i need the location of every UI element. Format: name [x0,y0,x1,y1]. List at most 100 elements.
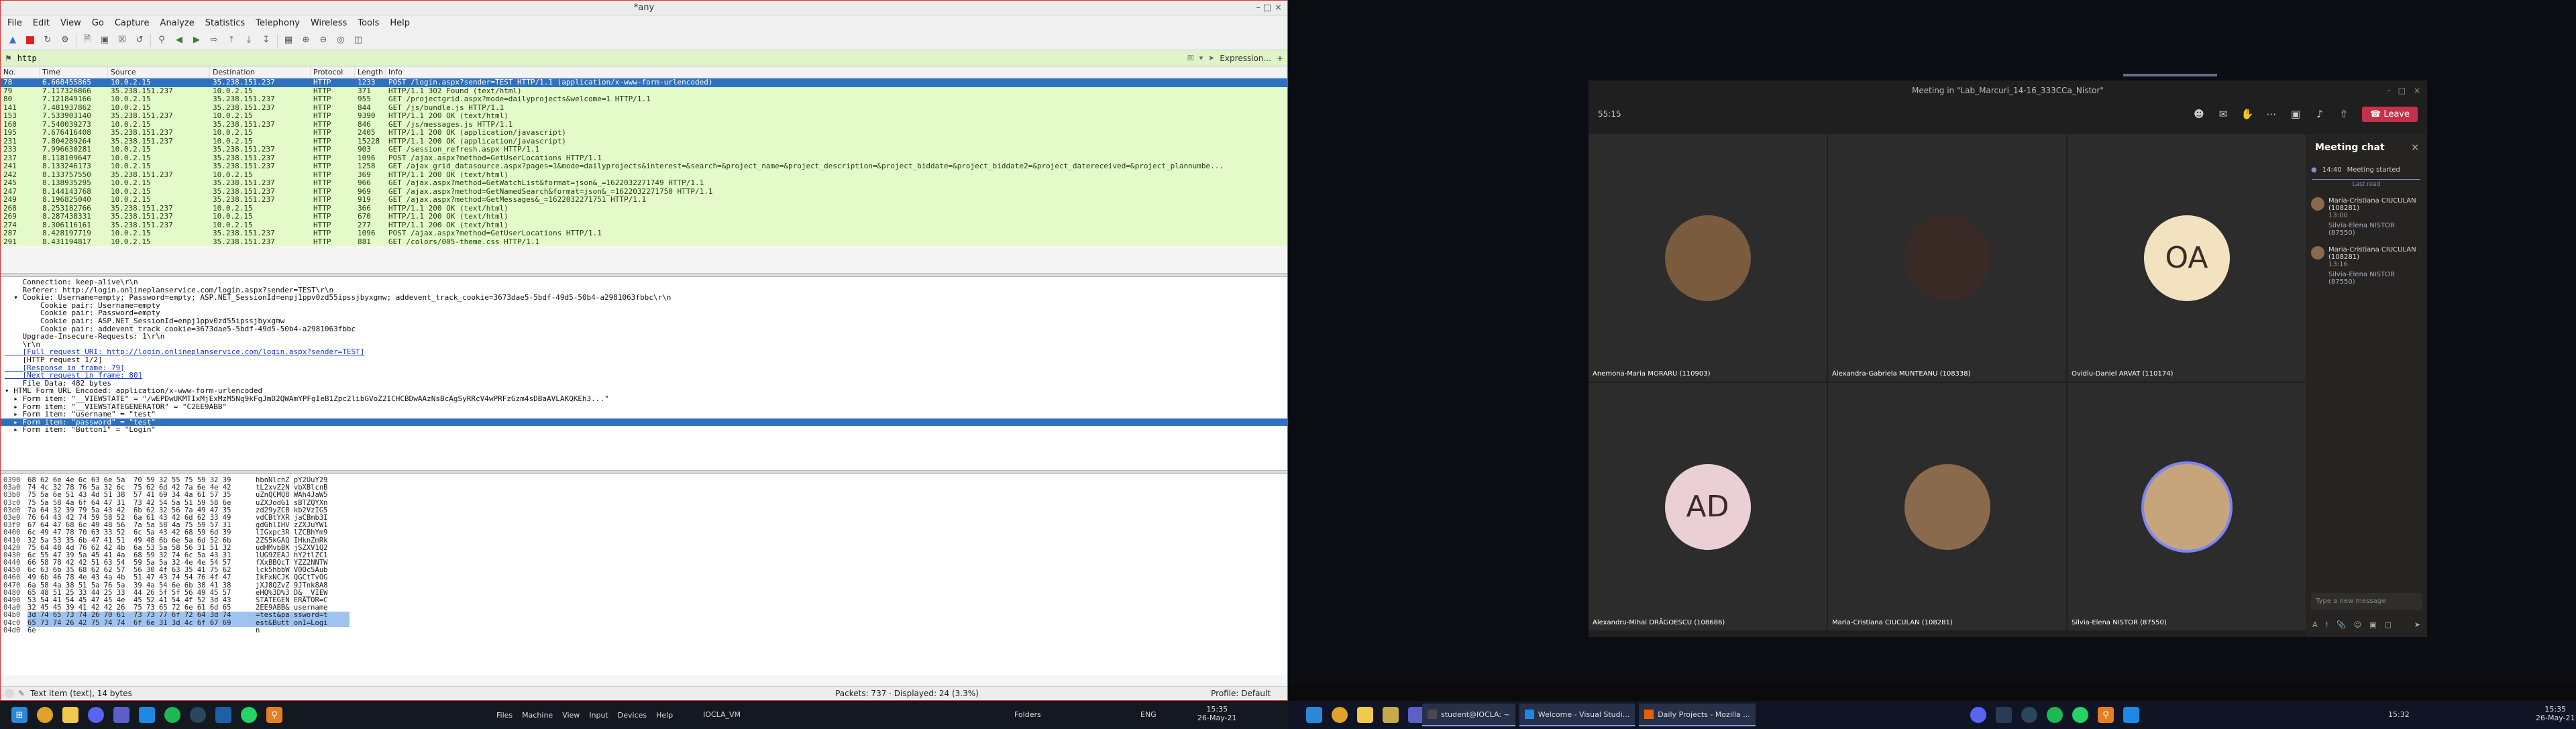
maximize-icon[interactable]: □ [2398,80,2406,101]
more-actions-icon[interactable]: ⋯ [2263,105,2280,123]
menu-item-help[interactable]: Help [390,18,410,28]
packet-row[interactable]: 79 7.117326866 35.238.151.237 10.0.2.15 HTTP… [1,87,1287,95]
leave-button[interactable]: ☎ Leave [2362,106,2418,122]
participant-tile[interactable]: OA Ovidiu-Daniel ARVAT (110174) [2068,134,2306,382]
packet-row[interactable]: 249 8.196825040 10.0.2.15 35.238.151.237 HTT… [1,196,1287,205]
participant-tile[interactable]: Alexandra-Gabriela MUNTEANU (108338) [1828,134,2066,382]
packet-row[interactable]: 80 7.121849166 10.0.2.15 35.238.151.237 HTTP… [1,95,1287,104]
packet-row[interactable]: 245 8.138935295 10.0.2.15 35.238.151.237 HTT… [1,179,1287,188]
vscode-icon[interactable] [2123,707,2139,723]
participant-tile[interactable]: Maria-Cristiana CIUCULAN (108281) [1828,383,2066,630]
file-explorer-icon[interactable] [1357,707,1373,723]
detail-line[interactable]: [Next request in frame: 80] [1,372,1287,380]
chrome-icon[interactable] [37,707,53,723]
hex-row[interactable]: 0400 6c 49 47 78 70 63 33 52 6c 5a 43 42 … [1,529,1287,537]
participant-tile[interactable]: Anemona-Maria MORARU (110903) [1589,134,1827,382]
display-filter-input[interactable]: http [17,52,1182,64]
language-indicator[interactable]: ENG [1140,710,1157,719]
stop-capture-icon[interactable] [23,34,37,47]
detail-line[interactable]: Cookie pair: addevent_track_cookie=3673d… [1,325,1287,333]
detail-line[interactable]: [Full request URI: http://login.onlinepl… [1,348,1287,356]
vm-menu-item-devices[interactable]: Devices [618,711,647,720]
avatar[interactable] [2311,246,2324,260]
packet-row[interactable]: 233 7.996630281 10.0.2.15 35.238.151.237 HTT… [1,146,1287,154]
column-header[interactable]: Protocol [311,66,355,78]
packet-row[interactable]: 287 8.428197719 10.0.2.15 35.238.151.237 HTT… [1,229,1287,238]
packet-row[interactable]: 141 7.481937862 10.0.2.15 35.238.151.237 HTT… [1,103,1287,112]
steam-icon[interactable] [2021,707,2037,723]
menu-item-statistics[interactable]: Statistics [205,18,245,28]
left-clock[interactable]: 15:35 26-May-21 [1197,705,1236,722]
close-icon[interactable]: × [2414,80,2420,101]
minimize-icon[interactable]: – [1256,3,1261,13]
status-profile[interactable]: Profile: Default [1211,689,1271,698]
gif-icon[interactable]: ▣ [2369,620,2376,629]
close-icon[interactable]: × [1275,3,1282,13]
column-header[interactable]: Source [108,66,210,78]
vm-menu-item-help[interactable]: Help [656,711,673,720]
hex-row[interactable]: 03b0 75 5a 6e 51 43 4d 51 38 57 41 69 34 … [1,492,1287,499]
camera-icon[interactable]: ▣ [2287,105,2304,123]
detail-line[interactable]: ▾ Cookie: Username=empty; Password=empty… [1,294,1287,302]
packet-details-pane[interactable]: Connection: keep-alive\r\n Referer: http… [1,277,1287,470]
restart-capture-icon[interactable]: ↻ [41,34,54,47]
search-icon[interactable]: ⚲ [2098,707,2114,723]
packet-row[interactable]: 247 8.144143768 10.0.2.15 35.238.151.237 HTT… [1,187,1287,196]
reload-icon[interactable]: ↺ [133,34,146,47]
zoom-in-icon[interactable]: ⊕ [299,34,313,47]
teams-icon[interactable] [113,707,129,723]
steam-icon[interactable] [190,707,206,723]
close-file-icon[interactable]: ☒ [115,34,129,47]
open-file-icon[interactable]: 🗎 [80,34,94,47]
detail-line[interactable]: [HTTP request 1/2] [1,356,1287,364]
resize-columns-icon[interactable]: ◫ [352,34,365,47]
column-header[interactable]: No. [1,66,40,78]
chat-input[interactable]: Type a new message [2311,593,2422,610]
normal-size-icon[interactable]: ◎ [334,34,347,47]
detail-line[interactable]: ▸ Form item: "username" = "test" [1,410,1287,418]
maximize-icon[interactable]: □ [1263,3,1271,13]
start-windows-icon[interactable] [1306,707,1322,723]
explorer-icon[interactable] [1383,707,1399,723]
detail-line[interactable]: Cookie pair: Username=empty [1,302,1287,310]
taskbar-window-button[interactable]: Welcome - Visual Studi... [1519,704,1635,726]
discord-icon[interactable] [88,707,104,723]
menu-item-go[interactable]: Go [92,18,104,28]
zoom-out-icon[interactable]: ⊖ [317,34,330,47]
detail-line[interactable]: ▸ Form item: "__VIEWSTATE" = "/wEPDwUKMT… [1,395,1287,403]
terminal-icon[interactable] [1996,707,2012,723]
last-packet-icon[interactable]: ⤓ [242,34,256,47]
participant-tile[interactable]: Silvia-Elena NISTOR (87550) [2068,383,2306,630]
save-file-icon[interactable]: ▣ [98,34,111,47]
vm-menu-item-view[interactable]: View [562,711,580,720]
format-icon[interactable]: A [2312,620,2318,629]
autoscroll-icon[interactable]: ↧ [260,34,273,47]
filter-dropdown-icon[interactable]: ▾ [1199,54,1203,62]
packet-row[interactable]: 153 7.533903140 35.238.151.237 10.0.2.15 HTT… [1,112,1287,121]
send-icon[interactable]: ➤ [2414,620,2420,629]
start-windows-icon[interactable]: ⊞ [11,707,28,723]
detail-line[interactable]: ▸ Form item: "__VIEWSTATEGENERATOR" = "C… [1,402,1287,411]
participant-tile[interactable]: AD Alexandru-Mihai DRĂGOESCU (108686) [1589,383,1827,630]
clear-filter-icon[interactable]: ☒ [1187,54,1194,62]
vm-menu-item-files[interactable]: Files [496,711,513,720]
go-back-icon[interactable]: ◀ [172,34,186,47]
menu-item-view[interactable]: View [60,18,81,28]
detail-line[interactable]: ▸ Form item: "Button1" = "Login" [1,426,1287,434]
chrome-icon[interactable] [1332,707,1348,723]
hex-row[interactable]: 04d0 6e n [1,626,1287,634]
folders-toolbar-label[interactable]: Folders [1014,710,1041,719]
capture-options-icon[interactable]: ⚙ [58,34,72,47]
vscode-icon[interactable] [139,707,155,723]
shark-fin-start-icon[interactable]: ▲ [6,34,19,47]
packet-row[interactable]: 160 7.540039273 10.0.2.15 35.238.151.237 HTT… [1,120,1287,129]
important-icon[interactable]: ! [2326,620,2328,629]
hex-row[interactable]: 0460 49 6b 46 78 4e 43 4a 4b 51 47 43 74 … [1,574,1287,581]
add-filter-button[interactable]: + [1277,54,1283,63]
packet-row[interactable]: 274 8.306116161 35.238.151.237 10.0.2.15 HTT… [1,221,1287,229]
column-header[interactable]: Info [386,66,1287,78]
packet-row[interactable]: 268 8.253182766 35.238.151.237 10.0.2.15 HTT… [1,204,1287,213]
packet-row[interactable]: 237 8.118109647 10.0.2.15 35.238.151.237 HTT… [1,154,1287,162]
packet-row[interactable]: 269 8.287438331 35.238.151.237 10.0.2.15 HTT… [1,213,1287,221]
detail-line[interactable]: ▸ Form item: "password" = "test" [1,418,1287,427]
